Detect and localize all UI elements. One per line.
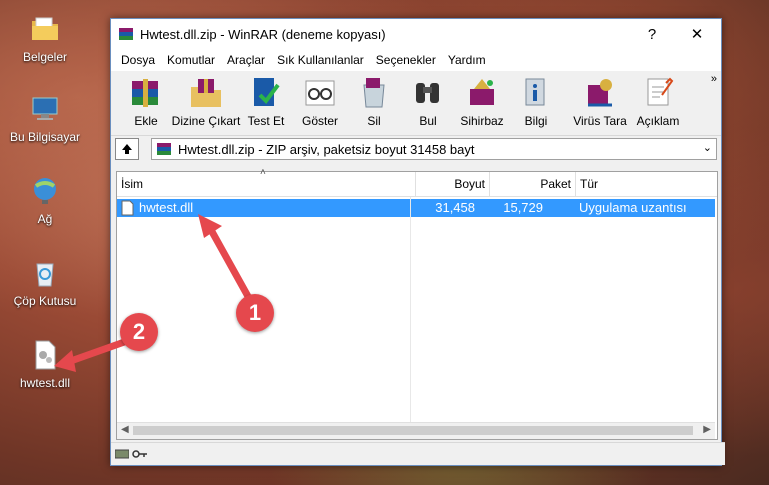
annotation-arrows: [54, 214, 254, 372]
callout-step-2: 2: [120, 313, 158, 351]
callout-step-1: 1: [236, 294, 274, 332]
